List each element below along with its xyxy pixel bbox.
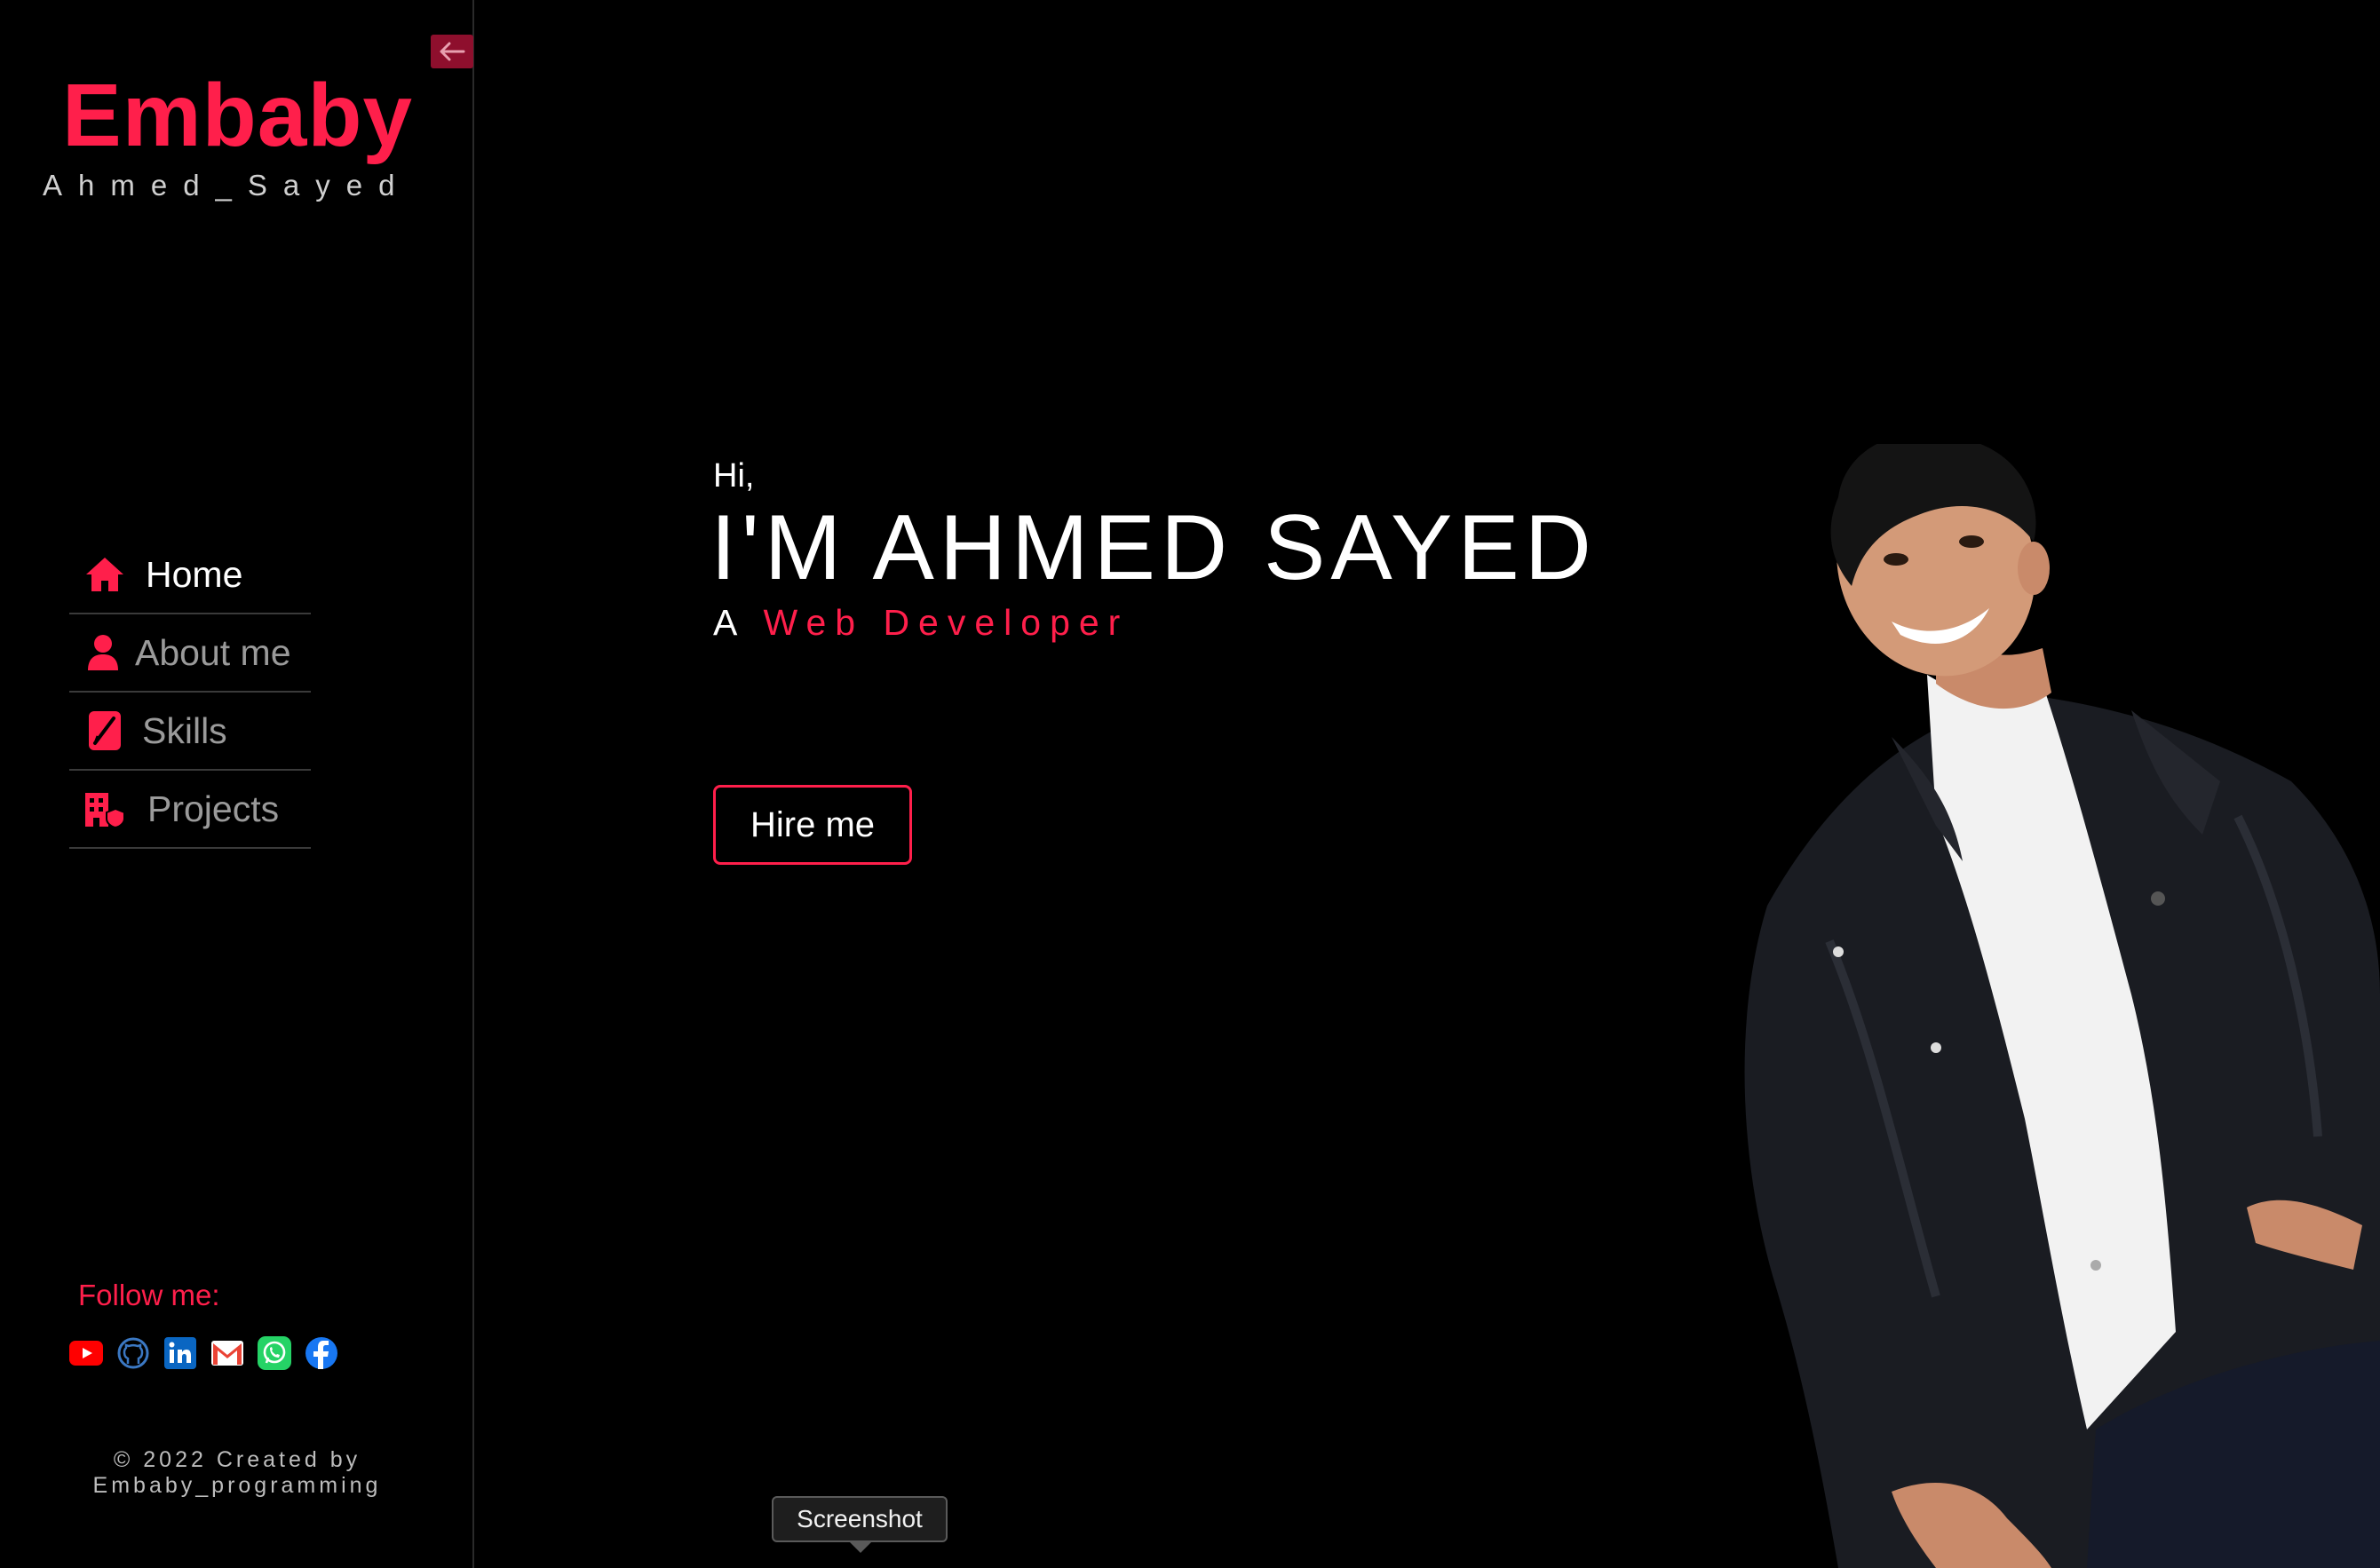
whatsapp-icon[interactable]	[258, 1336, 291, 1370]
gmail-icon[interactable]	[210, 1336, 244, 1370]
projects-icon	[83, 788, 126, 830]
hire-me-button[interactable]: Hire me	[713, 785, 912, 865]
arrow-left-icon	[440, 42, 465, 61]
brand-name: Embaby	[62, 66, 414, 165]
copyright-line-2: Embaby_programming	[92, 1473, 382, 1498]
collapse-sidebar-button[interactable]	[431, 35, 473, 68]
youtube-icon[interactable]	[69, 1336, 103, 1370]
screenshot-tooltip: Screenshot	[772, 1496, 948, 1542]
user-icon	[82, 631, 124, 674]
skills-icon	[83, 709, 126, 752]
copyright-line-1: © 2022 Created by	[113, 1447, 361, 1472]
nav-label-skills: Skills	[142, 709, 227, 751]
copyright-text: © 2022 Created by Embaby_programming	[0, 1447, 474, 1499]
nav-label-home: Home	[146, 553, 243, 595]
social-links	[69, 1336, 338, 1370]
follow-label: Follow me:	[78, 1279, 220, 1311]
github-icon[interactable]	[116, 1336, 150, 1370]
hero-role-prefix: A	[713, 602, 745, 643]
nav-label-about: About me	[135, 631, 291, 673]
hero-title: I'M AHMED SAYED	[710, 496, 1597, 599]
tooltip-arrow	[848, 1540, 873, 1553]
sidebar: Embaby Ahmed_Sayed Home About me Skills …	[0, 0, 474, 1568]
linkedin-icon[interactable]	[163, 1336, 197, 1370]
brand-subtitle: Ahmed_Sayed	[43, 169, 411, 202]
home-icon	[83, 553, 126, 596]
hero-role-highlight: Web Developer	[763, 602, 1130, 643]
portfolio-window: Embaby Ahmed_Sayed Home About me Skills …	[0, 0, 2380, 1568]
profile-photo	[1744, 444, 2380, 1568]
nav-item-projects[interactable]: Projects	[69, 771, 311, 849]
hero-greeting: Hi,	[713, 457, 755, 495]
facebook-icon[interactable]	[305, 1336, 338, 1370]
sidebar-nav: Home About me Skills Projects	[69, 536, 311, 849]
nav-item-home[interactable]: Home	[69, 536, 311, 614]
hero-role: A Web Developer	[713, 602, 1129, 644]
nav-item-about[interactable]: About me	[69, 614, 311, 693]
nav-label-projects: Projects	[147, 788, 280, 829]
nav-item-skills[interactable]: Skills	[69, 693, 311, 771]
